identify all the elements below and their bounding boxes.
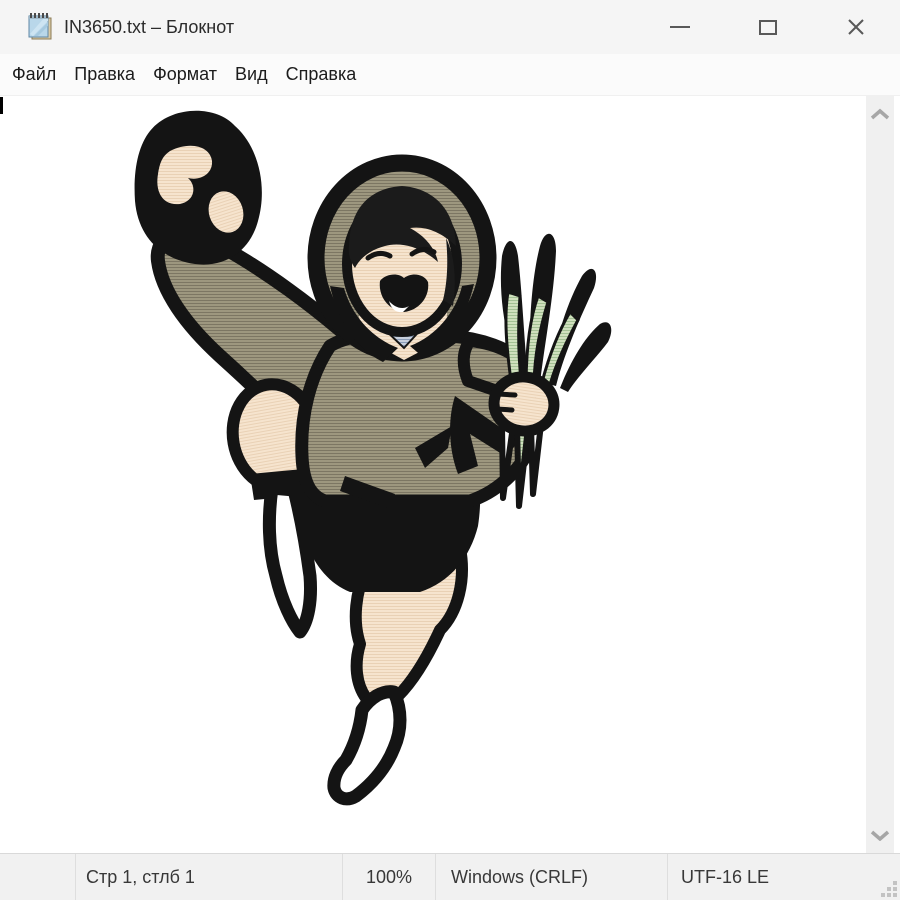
scrollbar-track[interactable] (866, 132, 894, 817)
window-title: IN3650.txt – Блокнот (64, 17, 234, 38)
notepad-app-icon (25, 12, 55, 42)
vertical-scrollbar[interactable] (866, 96, 894, 853)
menu-file[interactable]: Файл (3, 54, 65, 95)
status-encoding: UTF-16 LE (667, 854, 900, 900)
maximize-button[interactable] (724, 0, 812, 54)
menu-view[interactable]: Вид (226, 54, 277, 95)
minimize-icon (670, 26, 690, 28)
chevron-up-icon (869, 108, 891, 120)
close-button[interactable] (812, 0, 900, 54)
menubar: Файл Правка Формат Вид Справка (0, 54, 900, 96)
status-zoom-level: 100% (342, 854, 435, 900)
minimize-button[interactable] (636, 0, 724, 54)
scroll-up-button[interactable] (866, 96, 894, 132)
resize-grip[interactable] (880, 880, 897, 897)
status-blank-segment (0, 854, 75, 900)
text-editing-area[interactable] (0, 96, 866, 853)
menu-edit[interactable]: Правка (65, 54, 144, 95)
menu-format[interactable]: Формат (144, 54, 226, 95)
maximize-icon (759, 20, 777, 35)
chevron-down-icon (869, 829, 891, 841)
titlebar: IN3650.txt – Блокнот (0, 0, 900, 54)
statusbar: Стр 1, стлб 1 100% Windows (CRLF) UTF-16… (0, 853, 900, 900)
window-right-margin (894, 96, 900, 853)
menu-help[interactable]: Справка (277, 54, 366, 95)
notepad-window: IN3650.txt – Блокнот Файл Правка Формат … (0, 0, 900, 900)
content-area (0, 96, 900, 853)
close-icon (845, 16, 867, 38)
scroll-down-button[interactable] (866, 817, 894, 853)
status-line-ending: Windows (CRLF) (435, 854, 667, 900)
status-cursor-position: Стр 1, стлб 1 (75, 854, 342, 900)
jumping-child-illustration (0, 96, 866, 853)
